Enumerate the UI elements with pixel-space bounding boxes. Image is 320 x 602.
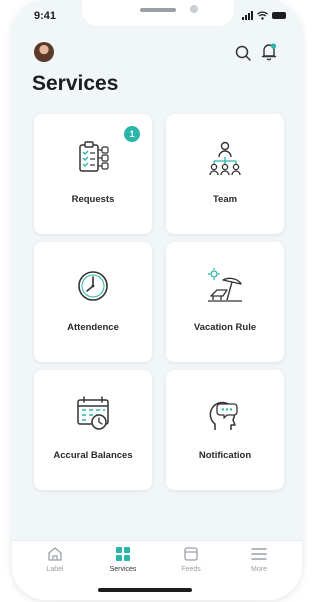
status-time: 9:41 xyxy=(34,10,57,22)
service-label-notification: Notification xyxy=(198,450,252,461)
service-card-accural-balances[interactable]: Accural Balances xyxy=(34,370,152,490)
app-header xyxy=(12,38,302,68)
tab-feeds-text: Feeds xyxy=(181,566,201,573)
service-label-vacation-rule: Vacation Rule xyxy=(193,322,257,333)
service-label-team: Team xyxy=(212,194,238,205)
phone-frame: 9:41 Services 1 Requests Team Attendence… xyxy=(12,0,302,600)
service-label-attendence: Attendence xyxy=(67,322,119,333)
home-indicator[interactable] xyxy=(98,588,192,592)
battery-icon xyxy=(272,12,286,19)
tab-services-text: Services xyxy=(109,566,137,573)
service-card-notification[interactable]: Notification xyxy=(166,370,284,490)
tab-more-text: More xyxy=(251,566,267,573)
status-icons xyxy=(242,11,286,20)
avatar[interactable] xyxy=(34,42,54,62)
service-card-attendence[interactable]: Attendence xyxy=(34,242,152,362)
grid-icon xyxy=(116,547,130,561)
service-card-team[interactable]: Team xyxy=(166,114,284,234)
search-icon[interactable] xyxy=(234,44,252,62)
service-card-requests[interactable]: 1 Requests xyxy=(34,114,152,234)
calendar-clock-icon xyxy=(77,396,109,430)
feed-icon xyxy=(184,547,198,561)
page-title: Services xyxy=(32,72,119,95)
tab-services[interactable]: Services xyxy=(98,545,148,585)
status-bar: 9:41 xyxy=(12,0,302,30)
service-label-requests: Requests xyxy=(71,194,115,205)
tab-label-text: Label xyxy=(46,566,64,573)
service-card-vacation-rule[interactable]: Vacation Rule xyxy=(166,242,284,362)
menu-icon xyxy=(251,548,267,560)
beach-umbrella-icon xyxy=(208,268,242,302)
clipboard-checklist-icon xyxy=(79,141,109,172)
requests-badge: 1 xyxy=(124,126,140,142)
signal-icon xyxy=(242,11,253,20)
team-hierarchy-icon xyxy=(209,141,241,176)
service-label-accural-balances: Accural Balances xyxy=(53,450,133,461)
wifi-icon xyxy=(257,11,268,20)
head-chat-icon xyxy=(209,401,238,430)
home-icon xyxy=(48,547,62,561)
clock-icon xyxy=(78,271,108,301)
bell-icon[interactable] xyxy=(260,42,278,62)
tab-label[interactable]: Label xyxy=(30,545,80,585)
tab-more[interactable]: More xyxy=(234,545,284,585)
tab-feeds[interactable]: Feeds xyxy=(166,545,216,585)
